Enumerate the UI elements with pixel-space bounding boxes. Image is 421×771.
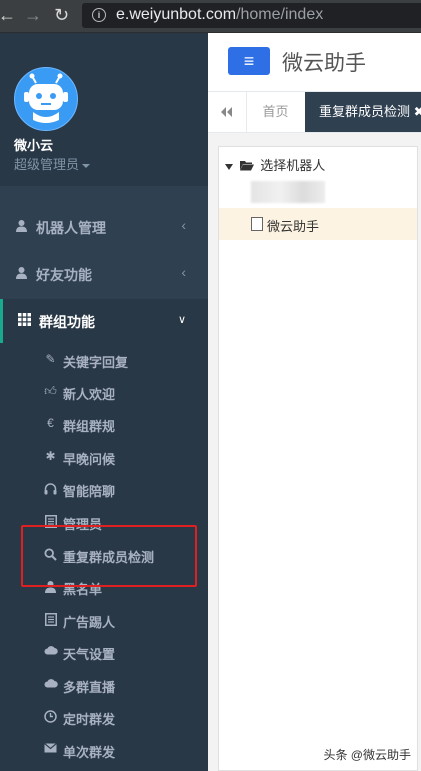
sidebar-subitem-scheduled-broadcast[interactable]: 定时群发	[0, 702, 208, 732]
sidebar-subitem-label: 群组群规	[63, 419, 116, 434]
sidebar-subitem-group-rules[interactable]: € 群组群规	[0, 409, 208, 439]
cloud-icon	[44, 678, 58, 691]
forward-icon[interactable]: →	[24, 5, 42, 25]
user-icon	[14, 266, 28, 280]
sidebar-subitem-label: 定时群发	[63, 712, 116, 727]
tree-root-node[interactable]: 选择机器人	[225, 155, 325, 174]
tree-root-label: 选择机器人	[260, 158, 326, 173]
sidebar-subitem-label: 早晚问候	[63, 452, 116, 467]
tab-home[interactable]: 首页	[246, 92, 306, 132]
brand-title: 微云助手	[282, 52, 366, 75]
reload-icon[interactable]: ↻	[54, 5, 69, 25]
sidebar-item-label: 机器人管理	[36, 220, 106, 236]
chevron-left-icon: ‹	[181, 217, 186, 233]
watermark: 头条 @微云助手	[323, 748, 411, 762]
sidebar-subitem-label: 广告踢人	[63, 615, 116, 630]
envelope-icon	[44, 743, 57, 756]
robot-tree-panel: 选择机器人 微云助手	[218, 146, 418, 771]
sidebar-subitem-label: 多群直播	[63, 680, 116, 695]
blurred-robot-node[interactable]	[251, 181, 325, 203]
file-icon	[251, 217, 263, 231]
highlight-box	[21, 525, 197, 587]
euro-icon: €	[47, 416, 54, 430]
asterisk-icon: ✱	[45, 449, 56, 463]
top-header: ≡ 微云助手	[208, 33, 421, 92]
cloud-icon	[44, 645, 58, 658]
sidebar-subitem-label: 新人欢迎	[63, 387, 116, 402]
close-icon[interactable]: ✖	[414, 104, 421, 119]
folder-open-icon	[239, 161, 254, 171]
url-text[interactable]: e.weiyunbot.com/home/index	[116, 6, 323, 24]
grid-icon	[17, 313, 31, 327]
sidebar-subitem-ad-kick[interactable]: 广告踢人	[0, 605, 208, 635]
sidebar-subitem-greetings[interactable]: ✱ 早晚问候	[0, 442, 208, 472]
tab-duplicate-member-check[interactable]: 重复群成员检测 ✖	[305, 92, 421, 132]
profile-panel: 微小云 超级管理员	[0, 33, 208, 186]
sidebar-subitem-weather[interactable]: 天气设置	[0, 637, 208, 667]
chevron-left-icon: ‹	[181, 264, 186, 280]
clock-icon	[44, 710, 57, 723]
sidebar-item-label: 群组功能	[39, 314, 95, 330]
sidebar-subitem-label: 关键字回复	[63, 355, 129, 370]
chevron-down-icon: ∨	[177, 314, 186, 326]
sidebar-item-friends[interactable]: 好友功能 ‹	[0, 252, 208, 296]
browser-toolbar: ← → ↻ i e.weiyunbot.com/home/index	[0, 0, 421, 33]
sidebar-subitem-keyword-reply[interactable]: ✎ 关键字回复	[0, 345, 208, 375]
tree-node-robot[interactable]: 微云助手	[219, 208, 417, 240]
user-icon	[14, 219, 28, 233]
sidebar-subitem-newcomer-welcome[interactable]: 👍︎ 新人欢迎	[0, 377, 208, 407]
thumbs-up-icon: 👍︎	[44, 384, 57, 398]
sidebar-subitem-label: 天气设置	[63, 647, 116, 662]
sidebar-subitem-label: 智能陪聊	[63, 484, 116, 499]
tab-label: 重复群成员检测	[319, 104, 411, 119]
info-icon[interactable]: i	[92, 8, 106, 22]
sidebar-subitem-smart-chat[interactable]: 智能陪聊	[0, 474, 208, 504]
caret-down-icon	[82, 163, 91, 168]
sidebar-subitem-multi-live[interactable]: 多群直播	[0, 670, 208, 700]
menu-icon: ≡	[243, 51, 255, 71]
double-chevron-left-icon	[221, 107, 232, 117]
sidebar-item-label: 好友功能	[36, 267, 92, 283]
pencil-icon: ✎	[45, 352, 56, 366]
username: 微小云	[14, 138, 54, 153]
role-dropdown[interactable]: 超级管理员	[14, 154, 91, 173]
sidebar-item-robot-management[interactable]: 机器人管理 ‹	[0, 205, 208, 249]
sidebar-subitem-label: 单次群发	[63, 745, 116, 760]
back-icon[interactable]: ←	[0, 5, 16, 25]
caret-down-icon[interactable]	[225, 163, 233, 170]
menu-toggle-button[interactable]: ≡	[228, 47, 270, 75]
tree-node-label: 微云助手	[267, 219, 320, 234]
sidebar-item-groups[interactable]: 群组功能 ∨	[0, 299, 208, 343]
headphones-icon	[44, 482, 57, 495]
tab-bar: 首页 重复群成员检测 ✖	[208, 92, 421, 133]
sidebar: 微小云 超级管理员 机器人管理 ‹ 好友功能 ‹ 群组功能 ∨ ✎ 关键字回复 …	[0, 33, 208, 771]
scroll-left-button[interactable]	[208, 92, 247, 132]
list-icon	[44, 613, 57, 626]
robot-avatar-icon[interactable]	[14, 67, 78, 131]
sidebar-subitem-single-broadcast[interactable]: 单次群发	[0, 735, 208, 765]
